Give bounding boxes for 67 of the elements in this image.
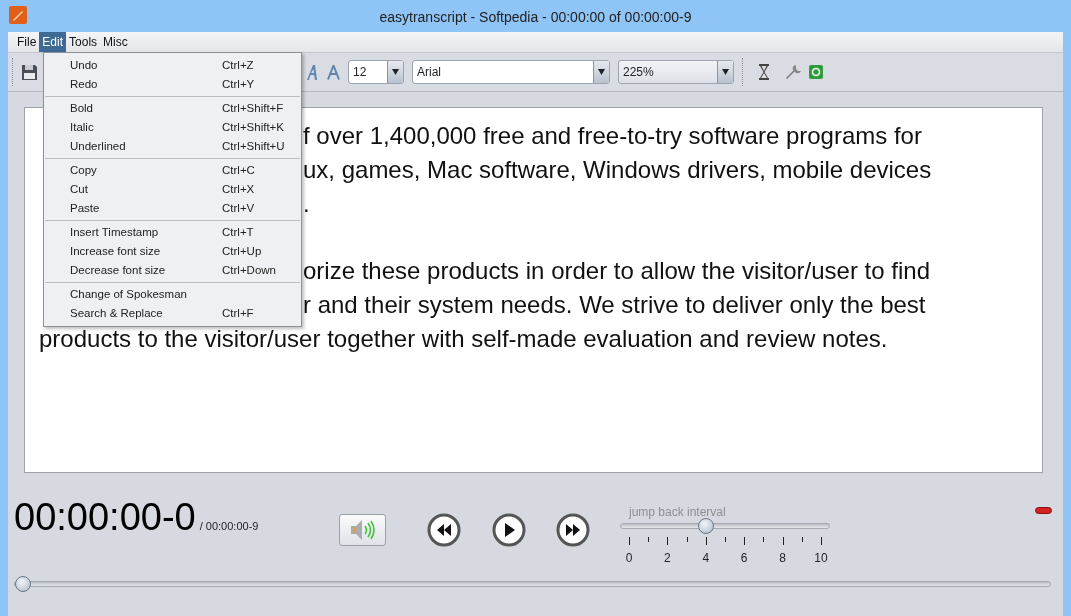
total-time: / 00:00:00-9 bbox=[199, 519, 259, 534]
shortcut-text: Ctrl+T bbox=[222, 224, 254, 240]
menu-option[interactable]: Underlined bbox=[70, 137, 222, 156]
menu-option[interactable]: Italic bbox=[70, 118, 222, 137]
shortcut-text: Ctrl+Y bbox=[222, 76, 255, 92]
window-title: easytranscript - Softpedia - 00:00:00 of 00:00:00-9 bbox=[379, 9, 692, 25]
menu-option[interactable]: Copy bbox=[70, 161, 222, 180]
slider-thumb[interactable] bbox=[15, 576, 31, 592]
shortcut-text: Ctrl+Down bbox=[222, 262, 276, 278]
zoom-dropdown[interactable]: 225% bbox=[618, 60, 734, 84]
menu-item[interactable]: File bbox=[14, 32, 40, 52]
wrench-icon[interactable] bbox=[785, 64, 801, 80]
jump-back-slider[interactable] bbox=[620, 518, 830, 534]
shortcut-text: Ctrl+Z bbox=[222, 57, 254, 73]
tick-label: 6 bbox=[740, 550, 748, 567]
speaker-icon bbox=[349, 519, 376, 541]
refresh-icon[interactable] bbox=[809, 65, 823, 79]
slider-label: jump back interval bbox=[629, 504, 726, 521]
menu-option[interactable]: Decrease font size bbox=[70, 261, 222, 280]
font-dropdown[interactable]: Arial bbox=[412, 60, 610, 84]
hourglass-icon[interactable] bbox=[759, 64, 769, 80]
menu-item[interactable]: Misc bbox=[100, 32, 131, 52]
shortcut-text: Ctrl+Up bbox=[222, 243, 262, 259]
position-slider[interactable] bbox=[14, 576, 1051, 592]
play-button[interactable] bbox=[492, 513, 526, 547]
volume-button[interactable] bbox=[339, 514, 386, 546]
shortcut-text: Ctrl+F bbox=[222, 305, 254, 321]
text-line: orize these products in order to allow the visitor/user to find bbox=[303, 256, 930, 286]
current-time: 00:00:00-0 bbox=[14, 498, 196, 536]
menu-item[interactable]: Edit bbox=[39, 32, 67, 52]
menu-option[interactable]: Paste bbox=[70, 199, 222, 218]
text-line: r and their system needs. We strive to deliver only the best bbox=[303, 290, 926, 320]
text-line: products to the visitor/user together with self-made evaluation and review notes. bbox=[39, 324, 888, 354]
outlined-a-icon[interactable] bbox=[327, 64, 340, 80]
menu-option[interactable]: Insert Timestamp bbox=[70, 223, 222, 242]
menu-option[interactable]: Change of Spokesman bbox=[70, 285, 222, 304]
text-line: ux, games, Mac software, Windows drivers, mobile devices bbox=[303, 155, 932, 185]
menu-item[interactable]: Tools bbox=[66, 32, 101, 52]
menu-option[interactable]: Cut bbox=[70, 180, 222, 199]
text-line: f over 1,400,000 free and free-to-try software programs for bbox=[303, 121, 922, 151]
shortcut-text: Ctrl+Shift+F bbox=[222, 100, 284, 116]
caret-icon bbox=[598, 69, 605, 75]
menu-option[interactable]: Undo bbox=[70, 56, 222, 75]
shortcut-text: Ctrl+X bbox=[222, 181, 255, 197]
menu-option[interactable]: Search & Replace bbox=[70, 304, 222, 323]
fast-forward-button[interactable] bbox=[556, 513, 590, 547]
slider-thumb[interactable] bbox=[697, 518, 714, 534]
pencil-app-icon bbox=[9, 6, 27, 24]
tick-label: 8 bbox=[779, 550, 786, 567]
tick-label: 0 bbox=[625, 550, 633, 567]
caret-icon bbox=[392, 69, 399, 75]
tick-label: 2 bbox=[664, 550, 671, 567]
shortcut-text: Ctrl+V bbox=[222, 200, 255, 216]
text-line: . bbox=[303, 189, 310, 219]
menu-option[interactable]: Redo bbox=[70, 75, 222, 94]
menu-option[interactable]: Increase font size bbox=[70, 242, 222, 261]
font-size-dropdown[interactable]: 12 bbox=[348, 60, 404, 84]
italic-a-icon[interactable] bbox=[306, 64, 319, 80]
caret-icon bbox=[722, 69, 729, 75]
shortcut-text: Ctrl+C bbox=[222, 162, 255, 178]
menu-option[interactable]: Bold bbox=[70, 99, 222, 118]
tick-label: 4 bbox=[702, 550, 710, 567]
rewind-button[interactable] bbox=[427, 513, 461, 547]
minus-icon[interactable] bbox=[1035, 507, 1052, 514]
shortcut-text: Ctrl+Shift+K bbox=[222, 119, 284, 135]
tick-label: 10 bbox=[814, 550, 828, 567]
shortcut-text: Ctrl+Shift+U bbox=[222, 138, 285, 154]
